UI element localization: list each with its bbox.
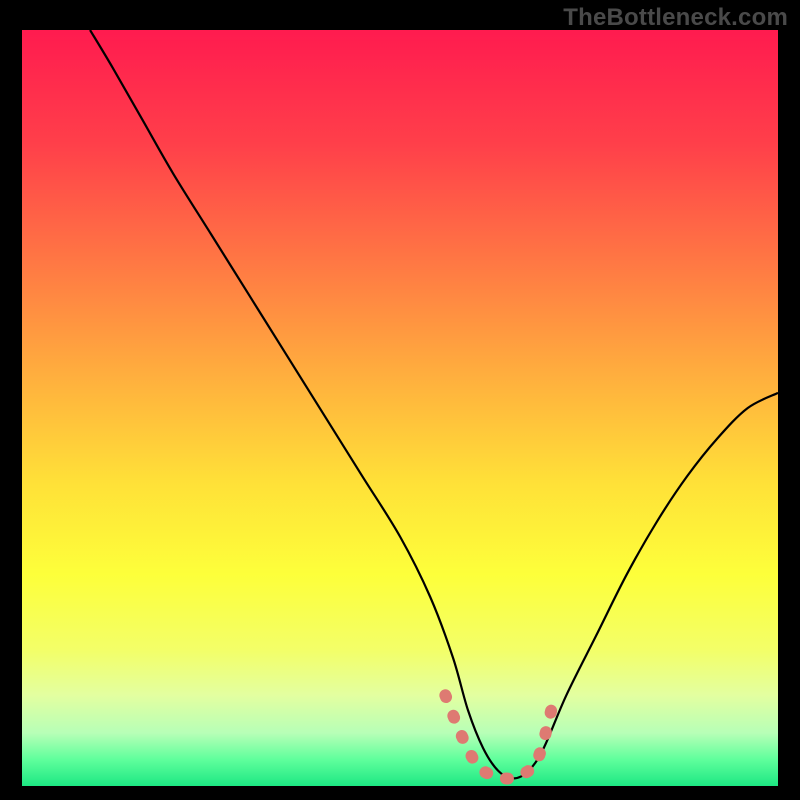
site-watermark: TheBottleneck.com	[563, 4, 788, 32]
chart-container: TheBottleneck.com	[0, 0, 800, 800]
bottleneck-chart	[0, 0, 800, 800]
chart-gradient-background	[22, 30, 778, 786]
